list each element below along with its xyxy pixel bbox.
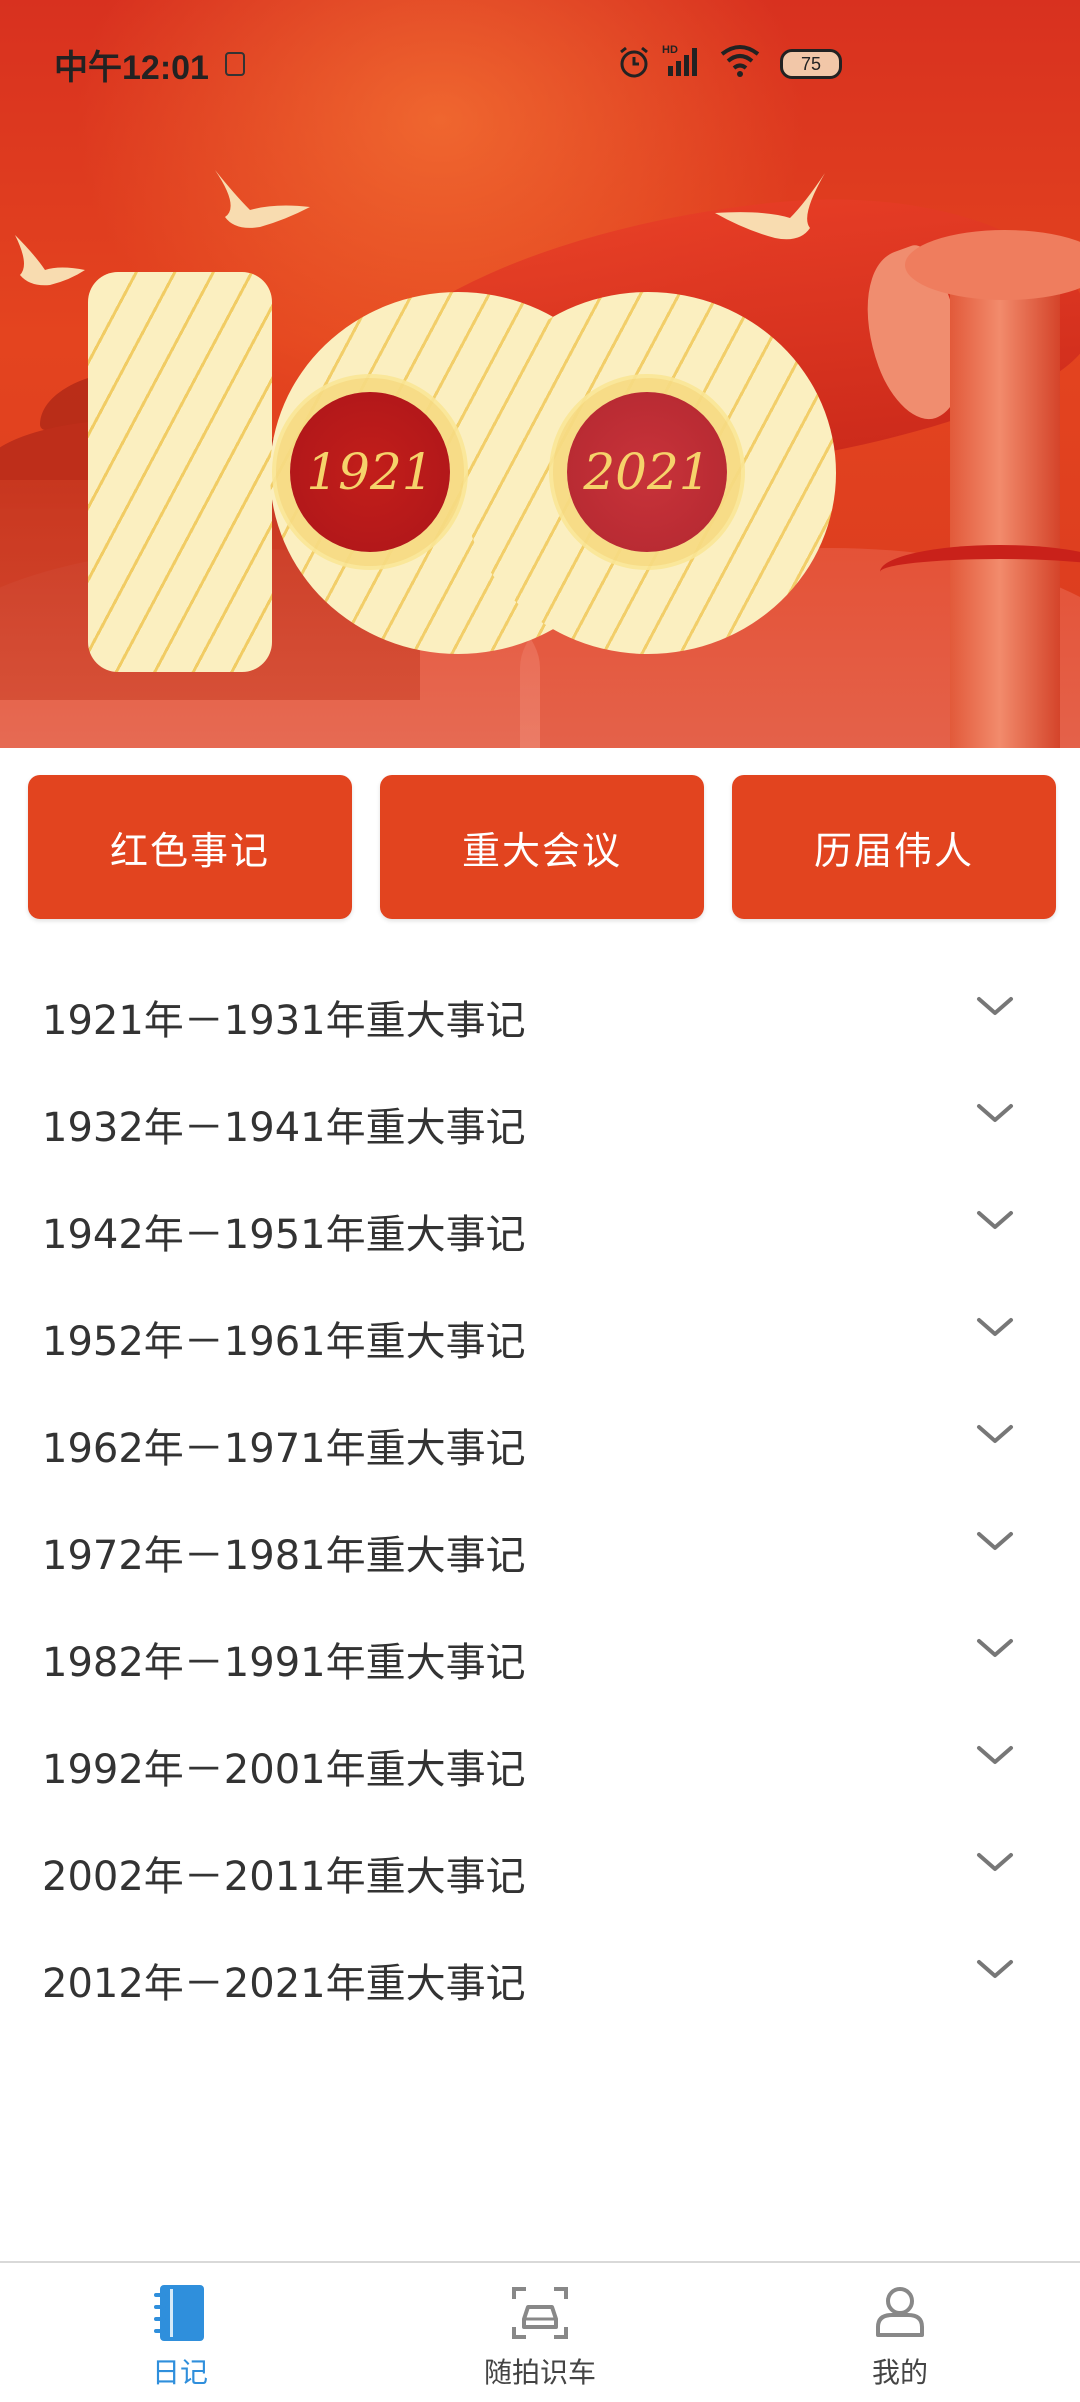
user-icon xyxy=(876,2287,924,2337)
battery-icon: 75 xyxy=(780,49,842,79)
chevron-down-icon[interactable] xyxy=(976,1210,1014,1232)
chevron-down-icon[interactable] xyxy=(976,1852,1014,1874)
category-button-row: 红色事记 重大会议 历届伟人 xyxy=(28,775,1058,919)
nav-tab-diary[interactable]: 日记 xyxy=(0,2263,360,2402)
year-start-seal: 1921 xyxy=(290,392,450,552)
nav-label-car-recognition: 随拍识车 xyxy=(483,2356,596,2389)
event-list-item-label: 1972年－1981年重大事记 xyxy=(42,1533,526,1579)
year-end-seal: 2021 xyxy=(567,392,727,552)
event-list-item[interactable]: 2002年－2011年重大事记 xyxy=(0,1816,1080,1923)
event-list-item[interactable]: 1992年－2001年重大事记 xyxy=(0,1709,1080,1816)
chevron-down-icon[interactable] xyxy=(976,1638,1014,1660)
year-end-text: 2021 xyxy=(583,443,711,501)
emblem-digit-one xyxy=(88,272,272,672)
status-bar: 中午12:01 HD 75 xyxy=(0,0,1080,130)
event-list-item-label: 2002年－2011年重大事记 xyxy=(42,1854,526,1900)
event-list-item[interactable]: 1982年－1991年重大事记 xyxy=(0,1602,1080,1709)
event-list-item-label: 1982年－1991年重大事记 xyxy=(42,1640,526,1686)
notification-icon xyxy=(225,52,245,76)
event-list-item[interactable]: 1962年－1971年重大事记 xyxy=(0,1388,1080,1495)
event-list-item-label: 1932年－1941年重大事记 xyxy=(42,1105,526,1151)
event-list-item[interactable]: 1932年－1941年重大事记 xyxy=(0,1067,1080,1174)
event-list-item-label: 2012年－2021年重大事记 xyxy=(42,1961,526,2007)
chevron-down-icon[interactable] xyxy=(976,996,1014,1018)
wifi-icon xyxy=(720,45,760,77)
chevron-down-icon[interactable] xyxy=(976,1317,1014,1339)
event-list-item-label: 1962年－1971年重大事记 xyxy=(42,1426,526,1472)
chevron-down-icon[interactable] xyxy=(976,1745,1014,1767)
chevron-down-icon[interactable] xyxy=(976,1959,1014,1981)
event-list-item[interactable]: 2012年－2021年重大事记 xyxy=(0,1923,1080,2030)
event-list-item[interactable]: 1942年－1951年重大事记 xyxy=(0,1174,1080,1281)
event-list-item[interactable]: 1972年－1981年重大事记 xyxy=(0,1495,1080,1602)
event-list-item-label: 1952年－1961年重大事记 xyxy=(42,1319,526,1365)
alarm-icon xyxy=(620,46,648,78)
events-list: 1921年－1931年重大事记 1932年－1941年重大事记 1942年－1951… xyxy=(0,960,1080,2030)
chevron-down-icon[interactable] xyxy=(976,1424,1014,1446)
chevron-down-icon[interactable] xyxy=(976,1531,1014,1553)
nav-tab-me[interactable]: 我的 xyxy=(720,2263,1080,2402)
dove-icon xyxy=(215,170,310,228)
past-leaders-button[interactable]: 历届伟人 xyxy=(732,775,1056,919)
dove-icon xyxy=(715,173,825,240)
event-list-item-label: 1921年－1931年重大事记 xyxy=(42,998,526,1044)
battery-level: 75 xyxy=(800,53,822,74)
event-list-item[interactable]: 1921年－1931年重大事记 xyxy=(0,960,1080,1067)
signal-icon: HD xyxy=(662,44,697,76)
event-list-item-label: 1942年－1951年重大事记 xyxy=(42,1212,526,1258)
chevron-down-icon[interactable] xyxy=(976,1103,1014,1125)
event-list-item-label: 1992年－2001年重大事记 xyxy=(42,1747,526,1793)
nav-label-diary: 日记 xyxy=(151,2356,208,2389)
red-events-button[interactable]: 红色事记 xyxy=(28,775,352,919)
huabiao-pillar-decoration xyxy=(950,250,1060,748)
svg-text:HD: HD xyxy=(662,44,678,56)
bottom-nav: 日记 随拍识车 我的 xyxy=(0,2261,1080,2402)
nav-label-me: 我的 xyxy=(871,2356,928,2389)
major-meetings-button[interactable]: 重大会议 xyxy=(380,775,704,919)
notebook-icon xyxy=(154,2285,204,2341)
status-time: 中午12:01 xyxy=(54,49,209,87)
event-list-item[interactable]: 1952年－1961年重大事记 xyxy=(0,1281,1080,1388)
year-start-text: 1921 xyxy=(306,443,434,501)
dove-icon xyxy=(15,235,85,286)
car-camera-icon xyxy=(512,2287,568,2339)
nav-tab-car-recognition[interactable]: 随拍识车 xyxy=(360,2263,720,2402)
